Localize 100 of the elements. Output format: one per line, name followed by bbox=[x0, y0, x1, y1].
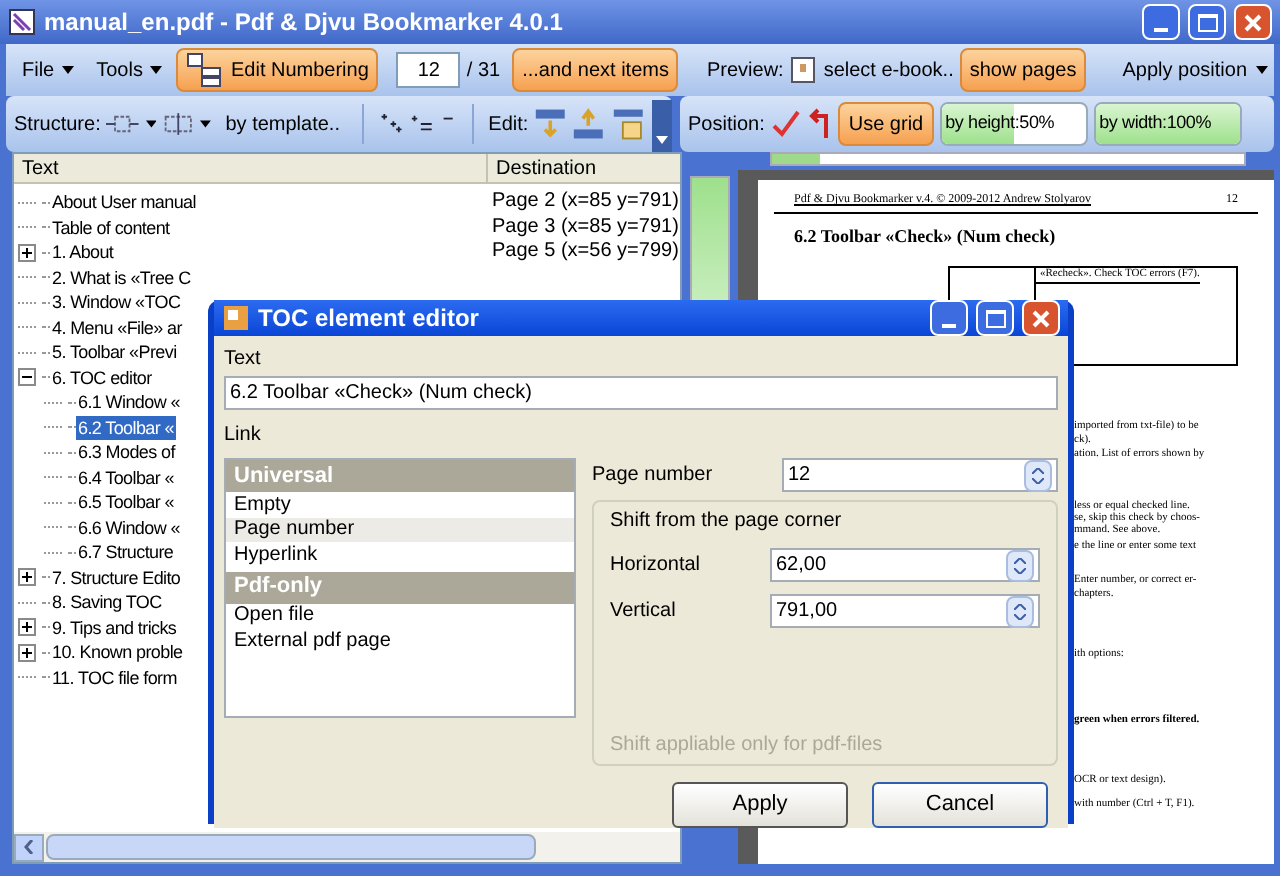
group-title: Shift from the page corner bbox=[610, 508, 844, 536]
close-icon bbox=[1032, 309, 1050, 327]
spin-buttons[interactable] bbox=[1024, 459, 1052, 491]
expand-toggle[interactable] bbox=[18, 618, 36, 637]
shift-note: Shift appliable only for pdf-files bbox=[610, 732, 885, 760]
tree-item[interactable]: 6.6 Window « bbox=[76, 515, 182, 540]
link-label: Link bbox=[224, 422, 263, 450]
equal-plus-icon[interactable] bbox=[409, 112, 435, 136]
node-move-icon[interactable] bbox=[106, 110, 140, 138]
tree-item[interactable]: 9. Tips and tricks bbox=[50, 615, 179, 640]
tree-item[interactable]: 1. About bbox=[50, 240, 116, 265]
close-button[interactable] bbox=[1234, 4, 1272, 40]
insert-child-icon[interactable] bbox=[611, 106, 644, 142]
dialog-button[interactable]: Apply bbox=[672, 782, 848, 828]
tree-item[interactable]: 8. Saving TOC bbox=[50, 590, 164, 615]
minimize-button[interactable] bbox=[1142, 4, 1180, 40]
spin-buttons[interactable] bbox=[1006, 549, 1034, 581]
column-header[interactable]: Text bbox=[14, 153, 488, 183]
list-item[interactable]: Empty bbox=[226, 492, 574, 517]
page-field[interactable]: 12 bbox=[396, 52, 461, 88]
tree-item[interactable]: 6. TOC editor bbox=[50, 365, 154, 390]
scale-meter[interactable]: by height:50% bbox=[939, 102, 1088, 146]
text-field[interactable]: 6.2 Toolbar «Check» (Num check) bbox=[224, 376, 1058, 410]
meter-label: by height:50% bbox=[943, 110, 1057, 137]
numbering-icon bbox=[186, 52, 223, 88]
plus-icon bbox=[22, 622, 32, 633]
overflow-button[interactable] bbox=[652, 100, 672, 152]
maximize-button[interactable] bbox=[1188, 4, 1226, 40]
tree-item[interactable]: Table of content bbox=[50, 215, 172, 240]
insert-below-icon[interactable] bbox=[572, 106, 606, 142]
page-scrollbar[interactable] bbox=[770, 152, 1246, 166]
maximize-button[interactable] bbox=[976, 300, 1014, 336]
tree-item[interactable]: 6.1 Window « bbox=[76, 390, 182, 415]
list-group-header: Universal bbox=[226, 460, 574, 492]
tree-item[interactable]: 10. Known proble bbox=[50, 640, 185, 665]
tree-item[interactable]: 3. Window «TOC bbox=[50, 290, 183, 315]
axis-label: Horizontal bbox=[610, 552, 703, 580]
return-arrow-icon[interactable] bbox=[808, 108, 833, 140]
list-group-header: Pdf-only bbox=[226, 571, 574, 603]
next-items-button[interactable]: ...and next items bbox=[512, 48, 679, 92]
position-label: Position: bbox=[688, 111, 765, 139]
list-item[interactable]: External pdf page bbox=[226, 628, 574, 653]
column-header[interactable]: Destination bbox=[488, 153, 597, 183]
app-icon bbox=[8, 8, 36, 36]
dialog-button[interactable]: Cancel bbox=[872, 782, 1048, 828]
plus-icon bbox=[22, 572, 32, 583]
destination-cell: Page 2 (x=85 y=791) bbox=[492, 190, 679, 215]
edit-numbering-button[interactable]: Edit Numbering bbox=[176, 48, 379, 92]
menu-button[interactable]: File bbox=[14, 50, 83, 90]
dialog-icon bbox=[222, 304, 250, 332]
menu-button[interactable]: Tools bbox=[88, 50, 171, 90]
use-grid-button[interactable]: Use grid bbox=[838, 102, 934, 146]
expand-toggle[interactable] bbox=[18, 643, 36, 662]
page-number-label: Page number bbox=[592, 462, 715, 490]
tree-item[interactable]: 11. TOC file form bbox=[50, 665, 179, 690]
collapse-toggle[interactable] bbox=[18, 368, 36, 387]
caret-icon bbox=[62, 66, 75, 74]
caret-icon bbox=[200, 120, 212, 128]
axis-label: Vertical bbox=[610, 598, 678, 626]
show-pages-button[interactable]: show pages bbox=[959, 48, 1087, 92]
select-ebook-button[interactable]: select e-book.. bbox=[789, 50, 954, 90]
destination-cell: Page 3 (x=85 y=791) bbox=[492, 215, 679, 240]
list-item[interactable]: Page number bbox=[226, 517, 574, 542]
horizontal-scrollbar[interactable] bbox=[14, 832, 680, 862]
expand-toggle[interactable] bbox=[18, 243, 36, 262]
expand-toggle[interactable] bbox=[18, 568, 36, 587]
tree-item[interactable]: 6.7 Structure bbox=[76, 540, 176, 565]
tree-item[interactable]: 6.5 Toolbar « bbox=[76, 490, 176, 515]
tree-item[interactable]: 6.2 Toolbar « bbox=[76, 415, 176, 440]
meter-label: by width:100% bbox=[1097, 110, 1214, 137]
by-template-button[interactable]: by template.. bbox=[217, 109, 348, 139]
insert-above-icon[interactable] bbox=[534, 106, 567, 142]
tree-item[interactable]: About User manual bbox=[50, 190, 198, 215]
window-title: manual_en.pdf - Pdf & Djvu Bookmarker 4.0.1 bbox=[44, 6, 565, 40]
destination-cell: Page 5 (x=56 y=799) bbox=[492, 240, 679, 265]
page-total: / 31 bbox=[466, 57, 501, 85]
page-number-field[interactable]: 12 bbox=[782, 458, 1058, 492]
plus-icon bbox=[22, 647, 32, 658]
list-item[interactable]: Open file bbox=[226, 603, 574, 628]
plus-icon bbox=[22, 247, 32, 258]
node-split-icon[interactable] bbox=[162, 110, 195, 138]
spin-buttons[interactable] bbox=[1006, 595, 1034, 627]
tree-item[interactable]: 6.4 Toolbar « bbox=[76, 465, 176, 490]
list-item[interactable]: Hyperlink bbox=[226, 542, 574, 567]
shift-field[interactable]: 791,00 bbox=[770, 594, 1040, 628]
structure-label: Structure: bbox=[14, 111, 101, 139]
scale-meter[interactable]: by width:100% bbox=[1093, 102, 1242, 146]
add-items-icon[interactable] bbox=[377, 112, 404, 136]
tree-item[interactable]: 7. Structure Edito bbox=[50, 565, 183, 590]
check-pencil-icon[interactable] bbox=[770, 108, 803, 140]
close-button[interactable] bbox=[1022, 300, 1060, 336]
tree-item[interactable]: 6.3 Modes of bbox=[76, 440, 177, 465]
minimize-button[interactable] bbox=[930, 300, 968, 336]
tree-item[interactable]: 4. Menu «File» ar bbox=[50, 315, 184, 340]
caret-icon bbox=[150, 66, 163, 74]
tree-item[interactable]: 2. What is «Tree C bbox=[50, 265, 193, 290]
shift-field[interactable]: 62,00 bbox=[770, 548, 1040, 582]
apply-position-button[interactable]: Apply position bbox=[1114, 50, 1276, 90]
tree-item[interactable]: 5. Toolbar «Previ bbox=[50, 340, 179, 365]
text-label: Text bbox=[224, 346, 263, 374]
